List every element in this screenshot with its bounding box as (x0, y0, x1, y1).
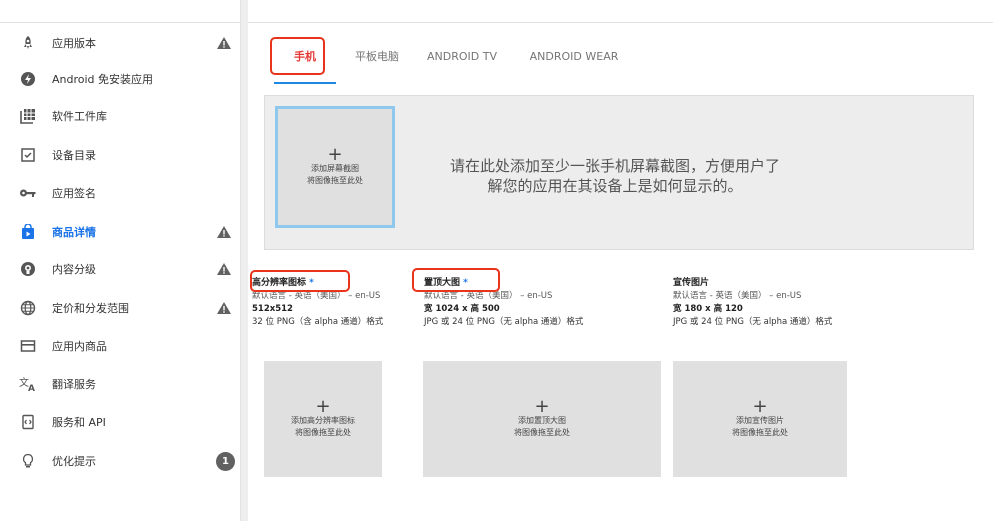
asset-size: 512x512 (252, 304, 293, 314)
svg-text:A: A (28, 384, 35, 392)
sidebar-item-optimization-tips[interactable]: 优化提示 1 (0, 443, 240, 479)
api-icon (18, 412, 38, 432)
sidebar-item-in-app-products[interactable]: 应用内商品 (0, 328, 240, 364)
warning-icon (216, 300, 232, 316)
dropzone-label: 添加置顶大图 (518, 416, 566, 425)
feature-graphic-dropzone[interactable]: + 添加置顶大图 将图像拖至此处 (423, 361, 661, 477)
main-top-divider (248, 22, 993, 23)
active-tab-indicator (274, 82, 336, 84)
sidebar-item-label: 翻译服务 (52, 378, 96, 391)
sidebar-item-label: 商品详情 (52, 226, 96, 239)
dropzone-label: 添加高分辨率图标 (291, 416, 355, 425)
promo-graphic-dropzone[interactable]: + 添加宣传图片 将图像拖至此处 (673, 361, 847, 477)
warning-icon (216, 261, 232, 277)
sidebar-item-label: 应用内商品 (52, 340, 107, 353)
sidebar-item-label: 优化提示 (52, 455, 96, 468)
sidebar-item-artifact-library[interactable]: 软件工件库 (0, 98, 240, 134)
tab-android-tv[interactable]: ANDROID TV (422, 34, 502, 78)
asset-format: JPG 或 24 位 PNG（无 alpha 通道）格式 (424, 317, 584, 327)
sidebar-item-services-api[interactable]: 服务和 API (0, 404, 240, 440)
drag-image-label: 将图像拖至此处 (732, 428, 788, 437)
asset-format: 32 位 PNG（含 alpha 通道）格式 (252, 317, 384, 327)
tab-android-wear[interactable]: ANDROID WEAR (524, 34, 624, 78)
plus-icon: + (327, 144, 343, 165)
device-catalog-icon (18, 145, 38, 165)
drag-image-label: 将图像拖至此处 (514, 428, 570, 437)
sidebar-item-device-catalog[interactable]: 设备目录 (0, 137, 240, 173)
lightbulb-icon (18, 451, 38, 471)
sidebar-item-label: 应用签名 (52, 187, 96, 200)
translate-icon: 文A (18, 374, 38, 394)
asset-format: JPG 或 24 位 PNG（无 alpha 通道）格式 (673, 317, 833, 327)
promo-graphic-info: 宣传图片 默认语言 - 英语（美国） – en-US 宽 180 x 高 120… (673, 276, 832, 329)
dropzone-label: 添加宣传图片 (736, 416, 784, 425)
library-icon (18, 106, 38, 126)
sidebar-item-app-releases[interactable]: 应用版本 (0, 25, 240, 61)
phone-tab-highlight (270, 37, 325, 75)
screenshot-hint: 请在此处添加至少一张手机屏幕截图，方便用户了 解您的应用在其设备上是如何显示的。 (425, 156, 805, 196)
sidebar-top-divider (0, 22, 240, 23)
bolt-icon (18, 69, 38, 89)
store-listing-icon (18, 222, 38, 242)
sidebar-item-store-listing[interactable]: 商品详情 (0, 214, 240, 250)
plus-icon: + (534, 396, 550, 417)
asset-size: 宽 180 x 高 120 (673, 304, 743, 314)
plus-icon: + (752, 396, 768, 417)
tab-tablet[interactable]: 平板电脑 (342, 34, 412, 78)
rocket-icon (18, 33, 38, 53)
add-screenshot-dropzone[interactable]: + 添加屏幕截图 将图像拖至此处 (275, 106, 395, 228)
sidebar-item-label: 内容分级 (52, 263, 96, 276)
asset-size: 宽 1024 x 高 500 (424, 304, 500, 314)
asset-language: 默认语言 - 英语（美国） – en-US (673, 291, 802, 301)
screenshot-hint-line2: 解您的应用在其设备上是如何显示的。 (487, 177, 743, 195)
key-icon (18, 183, 38, 203)
sidebar-item-label: 软件工件库 (52, 110, 107, 123)
drag-image-label: 将图像拖至此处 (307, 176, 363, 185)
hi-res-icon-highlight (250, 270, 350, 292)
drag-image-label: 将图像拖至此处 (295, 428, 351, 437)
add-screenshot-label: 添加屏幕截图 (311, 164, 359, 173)
sidebar-item-translation[interactable]: 文A 翻译服务 (0, 366, 240, 402)
sidebar-item-label: 定价和分发范围 (52, 302, 129, 315)
sidebar-item-content-rating[interactable]: 内容分级 (0, 251, 240, 287)
notification-count-badge: 1 (216, 451, 235, 471)
globe-icon (18, 298, 38, 318)
warning-icon (216, 224, 232, 240)
sidebar-item-instant-apps[interactable]: Android 免安装应用 (0, 61, 240, 97)
sidebar-scrollbar[interactable] (240, 0, 248, 521)
warning-icon (216, 35, 232, 51)
sidebar-item-pricing-distribution[interactable]: 定价和分发范围 (0, 290, 240, 326)
asset-title: 宣传图片 (673, 278, 710, 288)
plus-icon: + (315, 396, 331, 417)
sidebar-item-label: Android 免安装应用 (52, 73, 154, 86)
sidebar: 应用版本 Android 免安装应用 软件工件库 设备目录 应用签名 商品详情 (0, 0, 240, 521)
sidebar-item-label: 服务和 API (52, 416, 106, 429)
card-icon (18, 336, 38, 356)
screenshots-area: + 添加屏幕截图 将图像拖至此处 请在此处添加至少一张手机屏幕截图，方便用户了 … (264, 95, 974, 250)
hi-res-icon-dropzone[interactable]: + 添加高分辨率图标 将图像拖至此处 (264, 361, 382, 477)
sidebar-item-app-signing[interactable]: 应用签名 (0, 175, 240, 211)
sidebar-item-label: 应用版本 (52, 37, 96, 50)
feature-graphic-highlight (412, 268, 500, 292)
content-rating-icon (18, 259, 38, 279)
store-listing-main: 手机 平板电脑 ANDROID TV ANDROID WEAR + 添加屏幕截图… (248, 0, 993, 521)
screenshot-hint-line1: 请在此处添加至少一张手机屏幕截图，方便用户了 (449, 157, 780, 175)
sidebar-item-label: 设备目录 (52, 149, 96, 162)
